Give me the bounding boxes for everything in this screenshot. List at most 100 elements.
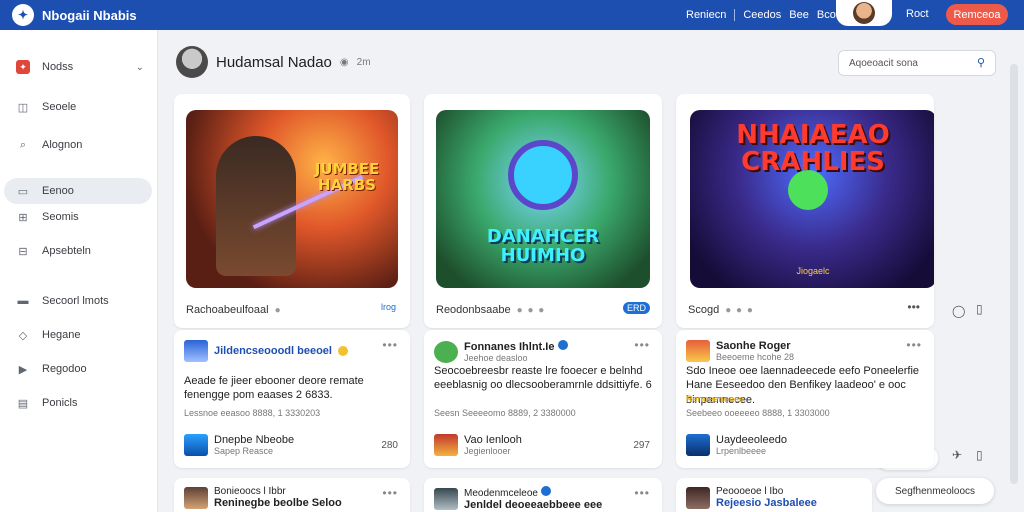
sidebar-item-3[interactable]: ⌕ Alognon bbox=[4, 132, 152, 158]
more-icon[interactable]: ● ● ● bbox=[517, 305, 546, 316]
post-card[interactable]: Bonieoocs l Ibbr Reninegbe beolbe Seloo … bbox=[174, 478, 410, 512]
more-icon[interactable]: ● ● ● bbox=[725, 305, 754, 316]
avatar[interactable] bbox=[176, 46, 208, 78]
more-options-icon[interactable]: ••• bbox=[382, 338, 398, 352]
sidebar-item-5[interactable]: ⊞ Seomis bbox=[4, 204, 152, 230]
primary-cta-button[interactable]: Remceoa bbox=[946, 4, 1008, 25]
post-card[interactable]: Meodenmceleoe Jenldel deoeeaebbeee eee •… bbox=[424, 478, 662, 512]
post-handle: Beeoeme hcohe 28 bbox=[716, 352, 795, 362]
footer-title[interactable]: Uaydeeoleedo bbox=[716, 434, 787, 446]
avatar[interactable] bbox=[184, 486, 208, 509]
post-card[interactable]: Fonnanes Ihlnt.Ie Jeehoe deasloo ••• Seo… bbox=[424, 330, 662, 468]
nav-link-3[interactable]: Bee bbox=[789, 9, 809, 21]
avatar[interactable] bbox=[434, 434, 458, 456]
search-input[interactable]: Aqoeoacit sona ⚲ bbox=[838, 50, 996, 76]
more-options-icon[interactable]: ••• bbox=[907, 300, 920, 314]
floating-action-button[interactable]: Segfhenmeoloocs bbox=[876, 478, 994, 504]
card-footer: Reodonbsaabe ● ● ● bbox=[436, 304, 650, 316]
search-icon[interactable]: ⚲ bbox=[977, 56, 985, 69]
avatar[interactable] bbox=[686, 486, 710, 509]
more-options-icon[interactable]: ••• bbox=[634, 486, 650, 500]
avatar[interactable] bbox=[686, 340, 710, 362]
game-thumbnail[interactable]: NHAIAEAO CRAHLIES Jiogaelc bbox=[690, 110, 934, 288]
sidebar-item-home[interactable]: ✦ Nodss ⌄ bbox=[4, 54, 152, 80]
game-thumbnail[interactable]: JUMBEE HARBS bbox=[186, 110, 398, 288]
scrollbar[interactable] bbox=[1010, 64, 1018, 484]
post-card[interactable]: Peoooeoe l Ibo Rejeesio Jasbaleee bbox=[676, 478, 872, 512]
play-icon: ▶ bbox=[18, 363, 28, 376]
game-card[interactable]: NHAIAEAO CRAHLIES Jiogaelc Scogd ● ● ● •… bbox=[676, 94, 934, 328]
bookmark-icon[interactable]: ▯ bbox=[976, 448, 983, 462]
sidebar-item-10[interactable]: ▤ Ponicls bbox=[4, 390, 152, 416]
more-icon[interactable]: ● bbox=[275, 305, 282, 316]
app-logo-icon: ✦ bbox=[16, 60, 30, 74]
post-timestamp: Lessnoe eeasoo 8888, 1 3330203 bbox=[184, 408, 321, 418]
sidebar-item-label: Apsebteln bbox=[42, 245, 91, 257]
reaction-count: 297 bbox=[633, 439, 650, 451]
footer-title[interactable]: Vao Ienlooh bbox=[464, 434, 522, 446]
verified-icon bbox=[540, 486, 551, 496]
user-avatar-button[interactable] bbox=[836, 0, 892, 26]
verified-icon: ◉ bbox=[339, 56, 349, 68]
post-author[interactable]: Fonnanes Ihlnt.Ie bbox=[464, 341, 554, 353]
post-author[interactable]: Saonhe Roger bbox=[716, 340, 794, 352]
more-options-icon[interactable]: ••• bbox=[634, 338, 650, 352]
document-icon: ▤ bbox=[17, 397, 29, 410]
avatar[interactable] bbox=[184, 340, 208, 362]
sidebar-item-6[interactable]: ⊟ Apsebteln bbox=[4, 238, 152, 264]
game-card[interactable]: DANAHCER HUIMHO Reodonbsaabe ● ● ● ERD bbox=[424, 94, 662, 328]
header-link[interactable]: Roct bbox=[906, 8, 929, 20]
post-author[interactable]: Meodenmceleoe bbox=[464, 488, 538, 499]
post-card[interactable]: Saonhe Roger Beeoeme hcohe 28 ••• Sdo In… bbox=[676, 330, 934, 468]
avatar[interactable] bbox=[686, 434, 710, 456]
nav-link-1[interactable]: Reniecn bbox=[686, 9, 726, 21]
nav-link-2[interactable]: Ceedos bbox=[743, 9, 781, 21]
game-thumbnail[interactable]: DANAHCER HUIMHO bbox=[436, 110, 650, 288]
app-title: Nbogaii Nbabis bbox=[42, 7, 137, 23]
post-header: Fonnanes Ihlnt.Ie Jeehoe deasloo bbox=[434, 340, 652, 363]
post-header: Bonieoocs l Ibbr Reninegbe beolbe Seloo bbox=[184, 486, 400, 509]
sidebar-item-label: Nodss bbox=[42, 61, 74, 73]
sidebar-item-2[interactable]: ◫ Seoele bbox=[4, 94, 152, 120]
avatar[interactable] bbox=[184, 434, 208, 456]
grid-icon: ⊞ bbox=[18, 211, 28, 224]
avatar[interactable] bbox=[434, 340, 458, 363]
post-card[interactable]: Jildencseooodl beeoel ••• Aeade fe jieer… bbox=[174, 330, 410, 468]
sidebar-item-active[interactable]: ▭ Eenoo bbox=[4, 178, 152, 204]
post-header: Jildencseooodl beeoel bbox=[184, 340, 400, 362]
share-icon[interactable]: ✈ bbox=[952, 448, 962, 462]
game-tag: lrog bbox=[380, 302, 396, 312]
character-figure bbox=[216, 136, 296, 276]
avatar[interactable] bbox=[434, 487, 458, 510]
game-tag: ERD bbox=[622, 302, 650, 314]
monitor-icon: ▬ bbox=[17, 295, 29, 307]
camera-icon: ◫ bbox=[17, 101, 29, 114]
sidebar-item-label: Eenoo bbox=[42, 185, 74, 197]
brand[interactable]: ✦ Nbogaii Nbabis bbox=[0, 4, 137, 26]
post-header: Saonhe Roger Beeoeme hcohe 28 bbox=[686, 340, 924, 362]
game-logo-text: NHAIAEAO CRAHLIES bbox=[736, 120, 890, 178]
footer-title[interactable]: Dnepbe Nbeobe bbox=[214, 434, 294, 446]
game-name[interactable]: Rachoabeulfoaal bbox=[186, 304, 269, 316]
profile-header: Hudamsal Nadao ◉ 2m bbox=[176, 46, 371, 78]
card-footer: Scogd ● ● ● bbox=[688, 304, 922, 316]
post-author[interactable]: Peoooeoe l Ibo bbox=[716, 486, 817, 497]
emoji-icon bbox=[337, 346, 348, 356]
chevron-down-icon[interactable]: ⌄ bbox=[136, 62, 144, 73]
post-body: Seocoebreesbr reaste lre fooecer e belnh… bbox=[434, 365, 652, 392]
game-logo-text: DANAHCER HUIMHO bbox=[486, 226, 600, 266]
game-name[interactable]: Reodonbsaabe bbox=[436, 304, 511, 316]
sidebar-item-8[interactable]: ◇ Hegane bbox=[4, 322, 152, 348]
sidebar-item-9[interactable]: ▶ Regodoo bbox=[4, 356, 152, 382]
post-highlight: Renoeeneeee bbox=[686, 394, 745, 404]
more-options-icon[interactable]: ••• bbox=[382, 486, 398, 500]
game-name[interactable]: Scogd bbox=[688, 304, 719, 316]
more-options-icon[interactable]: ••• bbox=[906, 338, 922, 352]
profile-name[interactable]: Hudamsal Nadao bbox=[216, 54, 332, 71]
sidebar-item-7[interactable]: ▬ Secoorl lmots bbox=[4, 288, 152, 314]
bookmark-icon[interactable]: ▯ bbox=[976, 302, 983, 316]
post-author[interactable]: Bonieoocs l Ibbr bbox=[214, 486, 342, 497]
game-card[interactable]: JUMBEE HARBS Rachoabeulfoaal ● lrog bbox=[174, 94, 410, 328]
post-author[interactable]: Jildencseooodl beeoel bbox=[214, 345, 332, 357]
comment-icon[interactable]: ◯ bbox=[952, 304, 965, 318]
